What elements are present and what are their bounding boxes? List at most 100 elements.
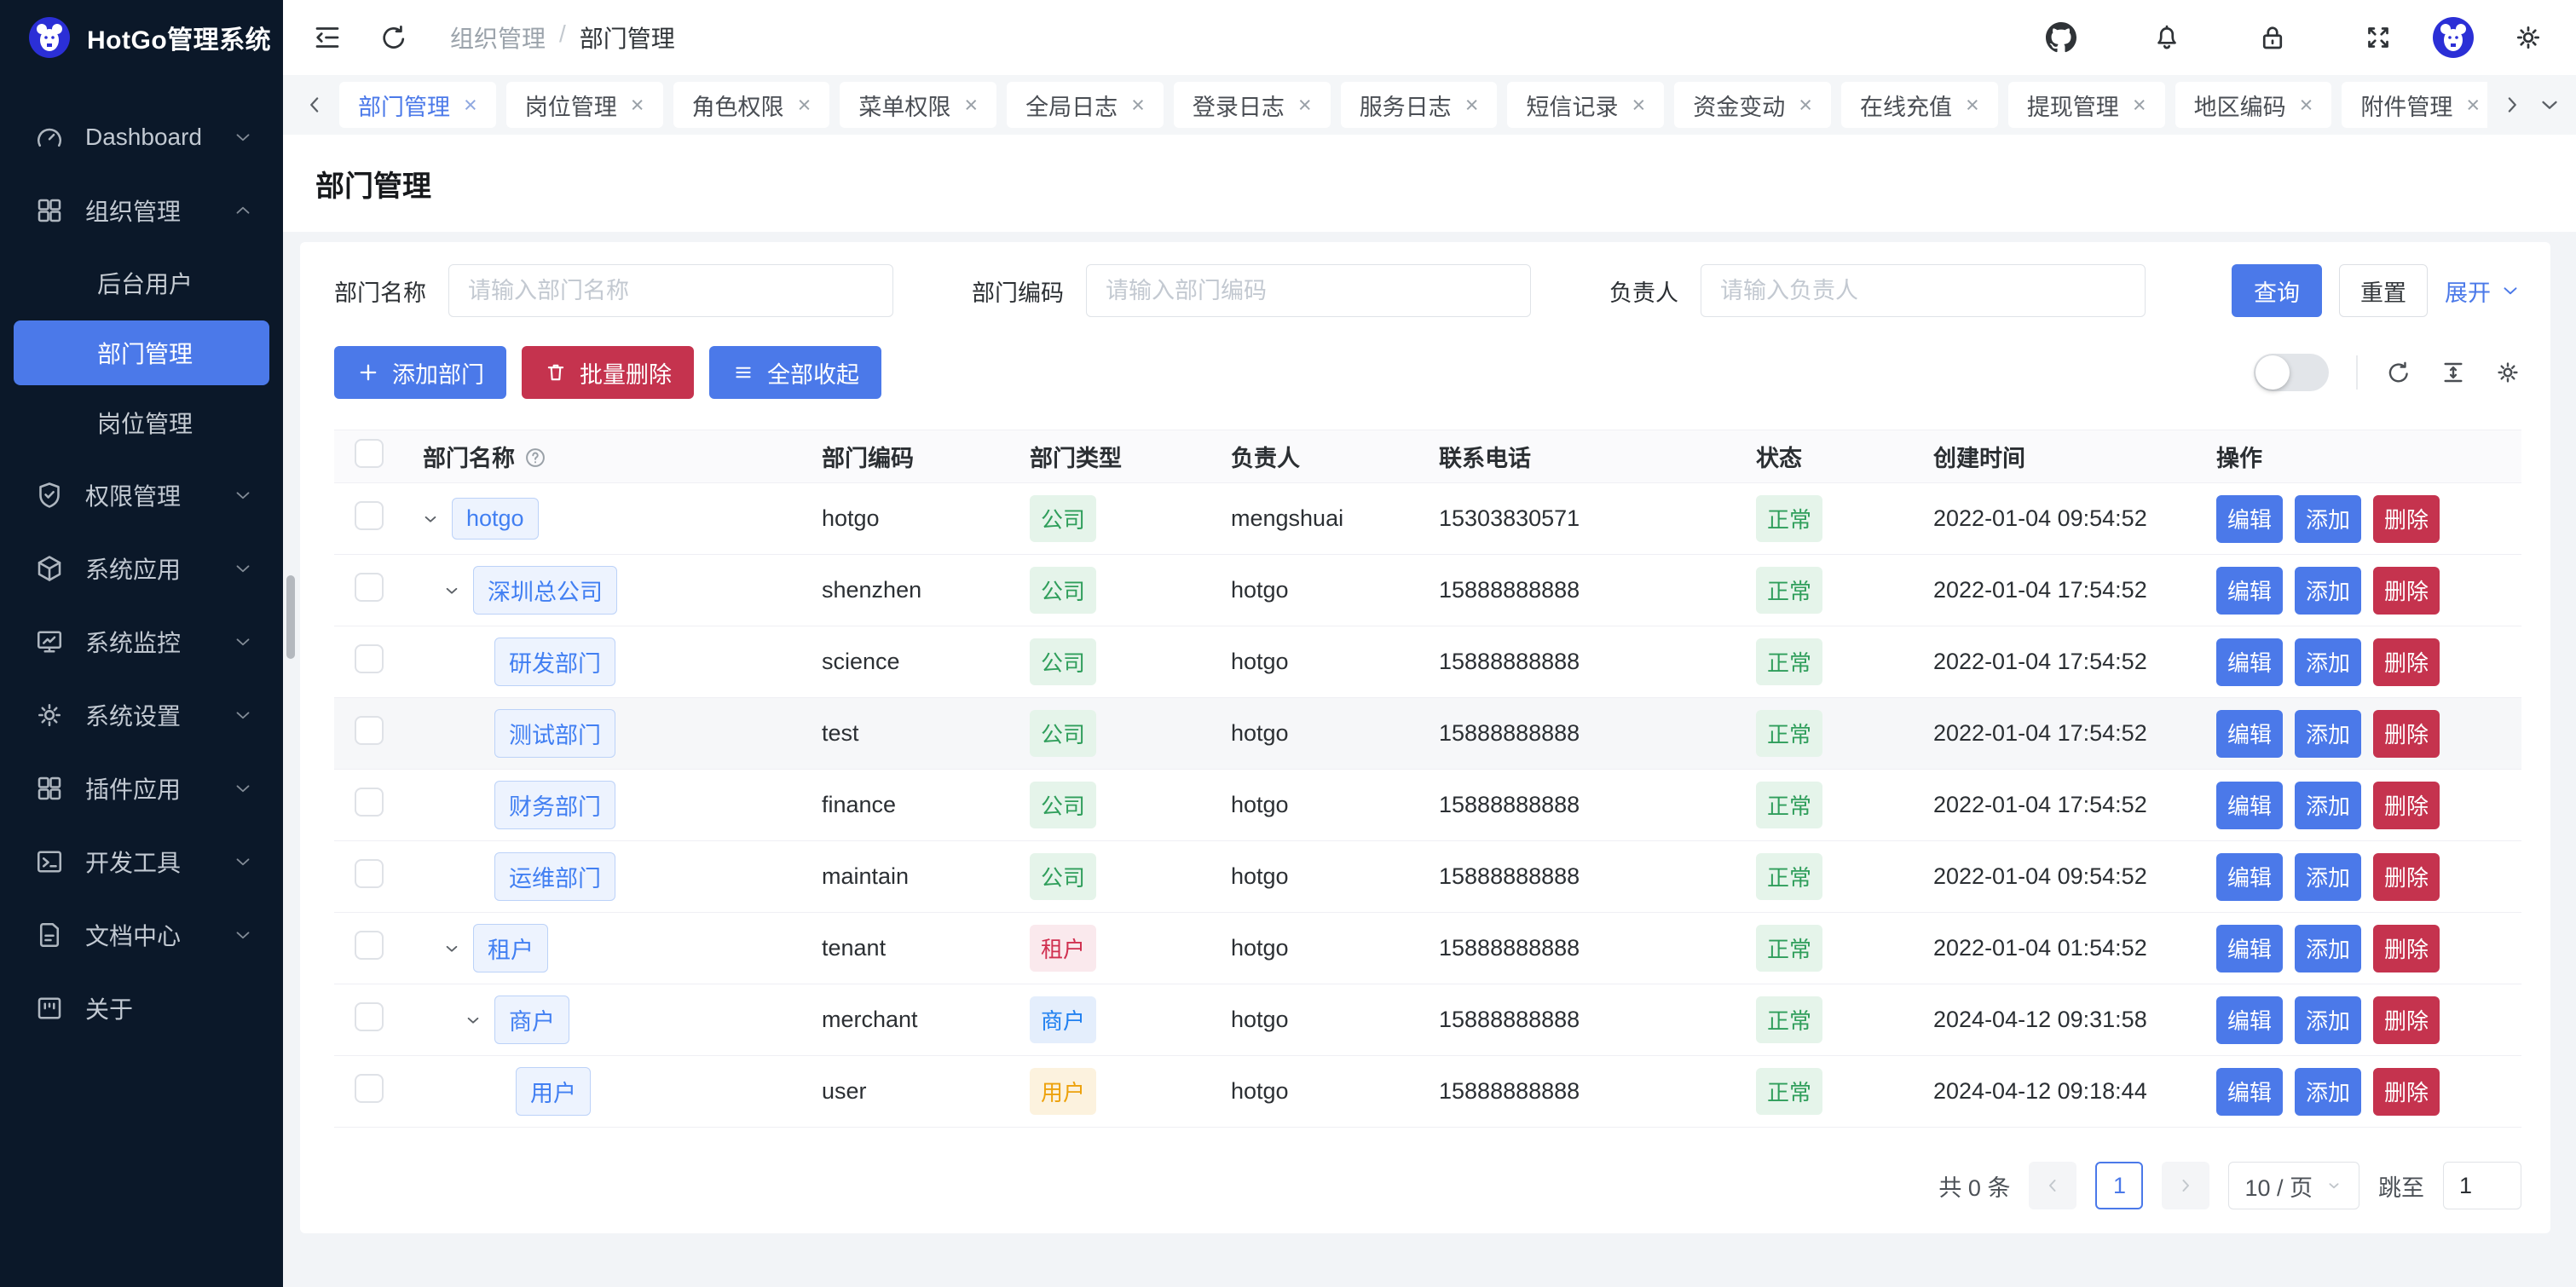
delete-button[interactable]: 删除 (2373, 710, 2440, 758)
app-logo-row[interactable]: HotGo管理系统 (0, 0, 283, 75)
notifications-bell-icon[interactable] (2151, 22, 2182, 53)
close-tab-icon[interactable]: × (1632, 94, 1645, 117)
tab-1[interactable]: 岗位管理× (506, 82, 663, 128)
sidebar-item-8[interactable]: 文档中心 (0, 902, 283, 968)
tabs-scroll-left-icon[interactable] (302, 92, 327, 118)
edit-button[interactable]: 编辑 (2216, 567, 2283, 615)
close-tab-icon[interactable]: × (1966, 94, 1979, 117)
select-all-checkbox[interactable] (355, 439, 384, 468)
add-button[interactable]: 添加 (2295, 782, 2361, 829)
delete-button[interactable]: 删除 (2373, 567, 2440, 615)
delete-button[interactable]: 删除 (2373, 638, 2440, 686)
tab-7[interactable]: 短信记录× (1507, 82, 1664, 128)
batch-delete-button[interactable]: 批量删除 (522, 346, 694, 399)
tab-8[interactable]: 资金变动× (1674, 82, 1831, 128)
department-name-chip[interactable]: 商户 (494, 996, 569, 1044)
close-tab-icon[interactable]: × (2466, 94, 2480, 117)
rowchev-icon[interactable] (441, 938, 463, 960)
department-name-chip[interactable]: hotgo (452, 498, 539, 540)
expand-filters-link[interactable]: 展开 (2445, 274, 2521, 308)
striped-toggle[interactable] (2254, 354, 2329, 391)
fullscreen-icon[interactable] (2363, 22, 2394, 53)
tab-4[interactable]: 全局日志× (1007, 82, 1164, 128)
page-size-select[interactable]: 10 / 页 (2228, 1162, 2359, 1209)
sidebar-item-6[interactable]: 插件应用 (0, 755, 283, 822)
row-checkbox[interactable] (355, 859, 384, 888)
edit-button[interactable]: 编辑 (2216, 638, 2283, 686)
user-avatar[interactable] (2433, 17, 2474, 58)
delete-button[interactable]: 删除 (2373, 1068, 2440, 1116)
add-button[interactable]: 添加 (2295, 853, 2361, 901)
rowchev-icon[interactable] (462, 1009, 484, 1031)
collapse-all-button[interactable]: 全部收起 (709, 346, 881, 399)
close-tab-icon[interactable]: × (1465, 94, 1479, 117)
breadcrumb-parent[interactable]: 组织管理 (450, 20, 546, 55)
edit-button[interactable]: 编辑 (2216, 495, 2283, 543)
add-button[interactable]: 添加 (2295, 495, 2361, 543)
tabs-menu-chevron-icon[interactable] (2537, 92, 2562, 118)
close-tab-icon[interactable]: × (964, 94, 978, 117)
tab-12[interactable]: 附件管理× (2342, 82, 2487, 128)
sidebar-subitem-1-0[interactable]: 后台用户 (0, 251, 283, 315)
edit-button[interactable]: 编辑 (2216, 1068, 2283, 1116)
close-tab-icon[interactable]: × (464, 94, 477, 117)
department-name-chip[interactable]: 测试部门 (494, 709, 615, 758)
next-page-button[interactable] (2162, 1162, 2209, 1209)
edit-button[interactable]: 编辑 (2216, 996, 2283, 1044)
edit-button[interactable]: 编辑 (2216, 925, 2283, 972)
close-tab-icon[interactable]: × (1298, 94, 1312, 117)
department-name-chip[interactable]: 财务部门 (494, 781, 615, 829)
delete-button[interactable]: 删除 (2373, 925, 2440, 972)
rowchev-icon[interactable] (441, 580, 463, 602)
tab-3[interactable]: 菜单权限× (840, 82, 996, 128)
sidebar-item-2[interactable]: 权限管理 (0, 462, 283, 528)
row-checkbox[interactable] (355, 788, 384, 817)
row-checkbox[interactable] (355, 1002, 384, 1031)
sidebar-item-0[interactable]: Dashboard (0, 104, 283, 170)
sidebar-item-5[interactable]: 系统设置 (0, 682, 283, 748)
row-checkbox[interactable] (355, 644, 384, 673)
delete-button[interactable]: 删除 (2373, 495, 2440, 543)
sidebar-subitem-1-1[interactable]: 部门管理 (14, 320, 269, 385)
column-settings-gear-icon[interactable] (2494, 359, 2521, 386)
close-tab-icon[interactable]: × (2300, 94, 2313, 117)
close-tab-icon[interactable]: × (798, 94, 811, 117)
search-input-0[interactable] (448, 264, 893, 317)
delete-button[interactable]: 删除 (2373, 996, 2440, 1044)
prev-page-button[interactable] (2029, 1162, 2076, 1209)
question-icon[interactable] (523, 446, 547, 470)
sidebar-item-1[interactable]: 组织管理 (0, 177, 283, 244)
edit-button[interactable]: 编辑 (2216, 782, 2283, 829)
close-tab-icon[interactable]: × (2133, 94, 2146, 117)
tab-6[interactable]: 服务日志× (1341, 82, 1498, 128)
close-tab-icon[interactable]: × (1131, 94, 1145, 117)
tab-10[interactable]: 提现管理× (2008, 82, 2165, 128)
sidebar-scrollbar[interactable] (286, 575, 295, 659)
github-icon[interactable] (2046, 22, 2076, 53)
close-tab-icon[interactable]: × (1799, 94, 1812, 117)
search-input-2[interactable] (1701, 264, 2146, 317)
sidebar-item-9[interactable]: 关于 (0, 975, 283, 1042)
row-checkbox[interactable] (355, 931, 384, 960)
tab-5[interactable]: 登录日志× (1174, 82, 1331, 128)
reset-button[interactable]: 重置 (2339, 264, 2428, 317)
sidebar-subitem-1-2[interactable]: 岗位管理 (0, 390, 283, 455)
lock-screen-icon[interactable] (2257, 22, 2288, 53)
settings-gear-icon[interactable] (2513, 22, 2544, 53)
tab-0[interactable]: 部门管理× (339, 82, 496, 128)
row-checkbox[interactable] (355, 716, 384, 745)
sidebar-item-7[interactable]: 开发工具 (0, 828, 283, 895)
sidebar-item-3[interactable]: 系统应用 (0, 535, 283, 602)
add-button[interactable]: 添加 (2295, 567, 2361, 615)
add-button[interactable]: 添加 (2295, 710, 2361, 758)
row-checkbox[interactable] (355, 573, 384, 602)
reload-table-icon[interactable] (2385, 359, 2412, 386)
sidebar-item-4[interactable]: 系统监控 (0, 609, 283, 675)
refresh-page-icon[interactable] (378, 22, 409, 53)
row-checkbox[interactable] (355, 501, 384, 530)
add-button[interactable]: 添加 (2295, 996, 2361, 1044)
tab-2[interactable]: 角色权限× (673, 82, 830, 128)
edit-button[interactable]: 编辑 (2216, 710, 2283, 758)
add-department-button[interactable]: 添加部门 (334, 346, 506, 399)
jump-to-input[interactable] (2443, 1162, 2521, 1209)
